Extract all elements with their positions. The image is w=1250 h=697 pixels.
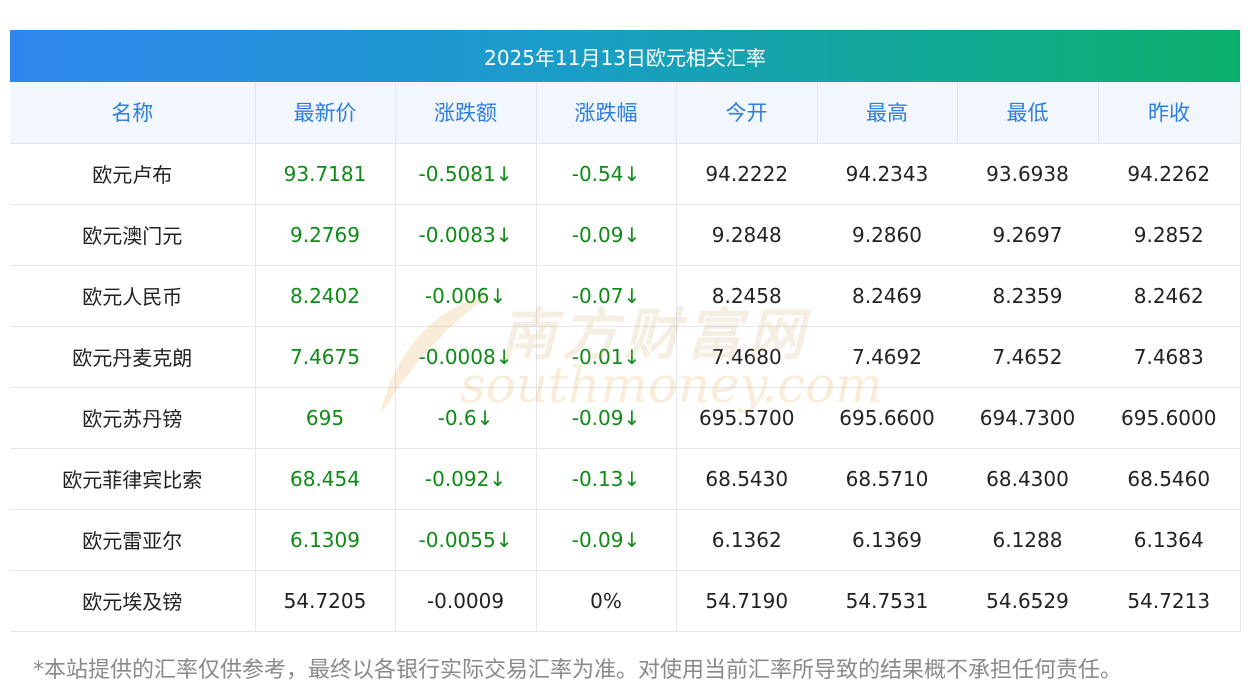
cell-low: 6.1288 <box>957 509 1098 571</box>
header-change-pct: 涨跌幅 <box>536 82 677 144</box>
cell-high: 695.6600 <box>817 387 957 449</box>
cell-change: -0.5081↓ <box>395 143 537 205</box>
header-open: 今开 <box>676 82 818 144</box>
header-name: 名称 <box>10 82 256 144</box>
cell-open: 8.2458 <box>676 265 817 327</box>
cell-high: 54.7531 <box>817 570 957 632</box>
cell-prev-close: 94.2262 <box>1098 143 1241 205</box>
cell-high: 6.1369 <box>817 509 957 571</box>
table-row: 欧元苏丹镑 695 -0.6↓ -0.09↓ 695.5700 695.6600 694.7… <box>10 387 1241 449</box>
cell-change: -0.6↓ <box>395 387 537 449</box>
cell-change-pct: -0.07↓ <box>536 265 677 327</box>
cell-prev-close: 54.7213 <box>1098 570 1241 632</box>
cell-low: 694.7300 <box>957 387 1098 449</box>
cell-change-pct: -0.09↓ <box>536 204 677 266</box>
cell-name: 欧元丹麦克朗 <box>10 326 256 388</box>
cell-low: 7.4652 <box>957 326 1098 388</box>
cell-high: 7.4692 <box>817 326 957 388</box>
exchange-rate-panel: 2025年11月13日欧元相关汇率 名称 最新价 涨跌额 涨跌幅 今开 最高 最… <box>10 30 1241 632</box>
cell-open: 695.5700 <box>676 387 817 449</box>
cell-high: 68.5710 <box>817 448 957 510</box>
cell-latest: 68.454 <box>255 448 396 510</box>
cell-prev-close: 8.2462 <box>1098 265 1241 327</box>
cell-change-pct: -0.54↓ <box>536 143 677 205</box>
cell-prev-close: 9.2852 <box>1098 204 1241 266</box>
cell-open: 7.4680 <box>676 326 817 388</box>
cell-name: 欧元埃及镑 <box>10 570 256 632</box>
header-change: 涨跌额 <box>395 82 537 144</box>
cell-change-pct: -0.09↓ <box>536 509 677 571</box>
cell-name: 欧元卢布 <box>10 143 256 205</box>
cell-low: 54.6529 <box>957 570 1098 632</box>
cell-open: 54.7190 <box>676 570 817 632</box>
cell-name: 欧元苏丹镑 <box>10 387 256 449</box>
cell-name: 欧元澳门元 <box>10 204 256 266</box>
cell-latest: 6.1309 <box>255 509 396 571</box>
header-high: 最高 <box>817 82 958 144</box>
cell-open: 68.5430 <box>676 448 817 510</box>
table-row: 欧元丹麦克朗 7.4675 -0.0008↓ -0.01↓ 7.4680 7.4692 7.… <box>10 326 1241 388</box>
cell-change: -0.006↓ <box>395 265 537 327</box>
table-row: 欧元埃及镑 54.7205 -0.0009 0% 54.7190 54.7531 54.65… <box>10 570 1241 632</box>
cell-change-pct: 0% <box>536 570 677 632</box>
table-row: 欧元菲律宾比索 68.454 -0.092↓ -0.13↓ 68.5430 68.5710… <box>10 448 1241 510</box>
cell-open: 9.2848 <box>676 204 817 266</box>
header-prev-close: 昨收 <box>1098 82 1241 144</box>
cell-latest: 695 <box>255 387 396 449</box>
cell-prev-close: 7.4683 <box>1098 326 1241 388</box>
cell-low: 93.6938 <box>957 143 1098 205</box>
cell-high: 94.2343 <box>817 143 957 205</box>
header-latest: 最新价 <box>255 82 396 144</box>
cell-high: 9.2860 <box>817 204 957 266</box>
disclaimer: *本站提供的汇率仅供参考，最终以各银行实际交易汇率为准。对使用当前汇率所导致的结… <box>33 658 1123 683</box>
cell-high: 8.2469 <box>817 265 957 327</box>
cell-low: 8.2359 <box>957 265 1098 327</box>
cell-name: 欧元雷亚尔 <box>10 509 256 571</box>
table-row: 欧元澳门元 9.2769 -0.0083↓ -0.09↓ 9.2848 9.2860 9.2… <box>10 204 1241 266</box>
table-row: 欧元雷亚尔 6.1309 -0.0055↓ -0.09↓ 6.1362 6.1369 6.1… <box>10 509 1241 571</box>
cell-latest: 54.7205 <box>255 570 396 632</box>
rates-table: 名称 最新价 涨跌额 涨跌幅 今开 最高 最低 昨收 欧元卢布 93.7181 -0… <box>10 82 1241 632</box>
cell-latest: 8.2402 <box>255 265 396 327</box>
cell-latest: 9.2769 <box>255 204 396 266</box>
cell-change-pct: -0.09↓ <box>536 387 677 449</box>
cell-change-pct: -0.13↓ <box>536 448 677 510</box>
cell-change: -0.092↓ <box>395 448 537 510</box>
cell-low: 68.4300 <box>957 448 1098 510</box>
cell-change: -0.0008↓ <box>395 326 537 388</box>
cell-open: 6.1362 <box>676 509 817 571</box>
table-row: 欧元卢布 93.7181 -0.5081↓ -0.54↓ 94.2222 94.2343 9… <box>10 143 1241 205</box>
cell-name: 欧元人民币 <box>10 265 256 327</box>
cell-prev-close: 6.1364 <box>1098 509 1241 571</box>
cell-change: -0.0009 <box>395 570 537 632</box>
cell-latest: 93.7181 <box>255 143 396 205</box>
table-header-row: 名称 最新价 涨跌额 涨跌幅 今开 最高 最低 昨收 <box>10 82 1241 144</box>
cell-open: 94.2222 <box>676 143 817 205</box>
cell-name: 欧元菲律宾比索 <box>10 448 256 510</box>
cell-prev-close: 695.6000 <box>1098 387 1241 449</box>
cell-latest: 7.4675 <box>255 326 396 388</box>
table-row: 欧元人民币 8.2402 -0.006↓ -0.07↓ 8.2458 8.2469 8.23… <box>10 265 1241 327</box>
cell-low: 9.2697 <box>957 204 1098 266</box>
header-low: 最低 <box>957 82 1099 144</box>
cell-prev-close: 68.5460 <box>1098 448 1241 510</box>
cell-change-pct: -0.01↓ <box>536 326 677 388</box>
cell-change: -0.0083↓ <box>395 204 537 266</box>
table-title: 2025年11月13日欧元相关汇率 <box>10 30 1240 82</box>
cell-change: -0.0055↓ <box>395 509 537 571</box>
